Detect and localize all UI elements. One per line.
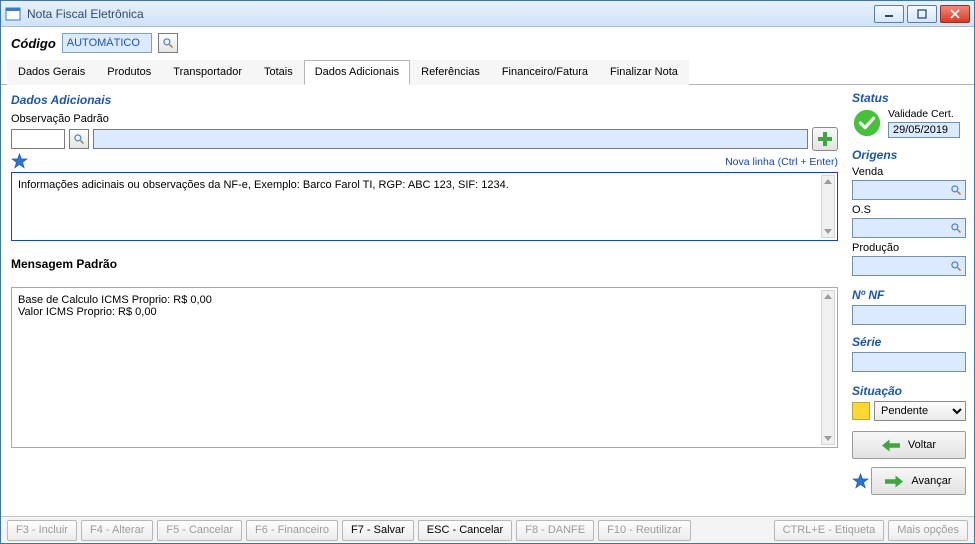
origens-label: Origens: [852, 148, 966, 162]
titlebar: Nota Fiscal Eletrônica: [1, 1, 974, 27]
venda-label: Venda: [852, 166, 966, 178]
f6-financeiro-button[interactable]: F6 - Financeiro: [246, 520, 338, 541]
observacao-padrao-text-input[interactable]: [93, 129, 808, 149]
producao-label: Produção: [852, 242, 966, 254]
section-title-dados-adicionais: Dados Adicionais: [11, 93, 838, 107]
mensagem-padrao-textarea[interactable]: Base de Calculo ICMS Proprio: R$ 0,00 Va…: [12, 288, 837, 444]
observacao-padrao-code-input[interactable]: [11, 129, 65, 149]
window-title: Nota Fiscal Eletrônica: [27, 7, 874, 21]
avancar-button[interactable]: Avançar: [871, 467, 966, 495]
codigo-lookup-button[interactable]: [158, 33, 178, 53]
tab-referencias[interactable]: Referências: [410, 60, 491, 85]
codigo-label: Código: [11, 36, 56, 51]
validade-cert-label: Validade Cert.: [888, 108, 960, 120]
nova-linha-hint: Nova linha (Ctrl + Enter): [28, 156, 838, 168]
producao-lookup-button[interactable]: [948, 258, 964, 274]
maximize-button[interactable]: [907, 5, 937, 23]
tab-finalizar-nota[interactable]: Finalizar Nota: [599, 60, 689, 85]
os-label: O.S: [852, 204, 966, 216]
f3-incluir-button[interactable]: F3 - Incluir: [7, 520, 77, 541]
sidebar: Status Validade Cert. 29/05/2019 Origens…: [848, 85, 974, 512]
mais-opcoes-button[interactable]: Mais opções: [888, 520, 968, 541]
avancar-button-label: Avançar: [911, 475, 951, 487]
observacao-padrao-label: Observação Padrão: [11, 113, 838, 125]
ctrl-e-etiqueta-button[interactable]: CTRL+E - Etiqueta: [774, 520, 885, 541]
nf-label: Nº NF: [852, 288, 966, 302]
voltar-button-label: Voltar: [908, 439, 936, 451]
add-observacao-button[interactable]: [812, 127, 838, 151]
observacao-padrao-lookup-button[interactable]: [69, 129, 89, 149]
tab-dados-gerais[interactable]: Dados Gerais: [7, 60, 96, 85]
f4-alterar-button[interactable]: F4 - Alterar: [81, 520, 153, 541]
minimize-button[interactable]: [874, 5, 904, 23]
observacoes-textarea[interactable]: Informações adicinais ou observações da …: [12, 173, 837, 237]
bottom-toolbar: F3 - Incluir F4 - Alterar F5 - Cancelar …: [1, 516, 974, 543]
f7-salvar-button[interactable]: F7 - Salvar: [342, 520, 414, 541]
os-lookup-button[interactable]: [948, 220, 964, 236]
status-label: Status: [852, 91, 966, 105]
serie-label: Série: [852, 335, 966, 349]
serie-input[interactable]: [852, 352, 966, 372]
scrollbar[interactable]: [821, 290, 835, 445]
voltar-button[interactable]: Voltar: [852, 431, 966, 459]
tab-transportador[interactable]: Transportador: [162, 60, 253, 85]
favorite-star-avancar[interactable]: [852, 473, 869, 490]
app-icon: [5, 6, 21, 22]
tab-financeiro-fatura[interactable]: Financeiro/Fatura: [491, 60, 599, 85]
observacoes-textarea-wrap: Informações adicinais ou observações da …: [11, 172, 838, 241]
validade-cert-date: 29/05/2019: [888, 122, 960, 138]
situacao-label: Situação: [852, 384, 966, 398]
tab-dados-adicionais[interactable]: Dados Adicionais: [304, 60, 410, 85]
favorite-star-obs[interactable]: [11, 153, 28, 170]
tabs: Dados Gerais Produtos Transportador Tota…: [1, 59, 974, 85]
codigo-input[interactable]: [62, 33, 152, 53]
esc-cancelar-button[interactable]: ESC - Cancelar: [418, 520, 512, 541]
tab-totais[interactable]: Totais: [253, 60, 304, 85]
window-controls: [874, 5, 970, 23]
venda-lookup-button[interactable]: [948, 182, 964, 198]
situacao-select[interactable]: Pendente: [874, 401, 966, 421]
tab-produtos[interactable]: Produtos: [96, 60, 162, 85]
f8-danfe-button[interactable]: F8 - DANFE: [516, 520, 594, 541]
mensagem-padrao-textarea-wrap: Base de Calculo ICMS Proprio: R$ 0,00 Va…: [11, 287, 838, 448]
content-panel: Dados Adicionais Observação Padrão Nova …: [1, 85, 848, 512]
scrollbar[interactable]: [821, 175, 835, 238]
close-button[interactable]: [940, 5, 970, 23]
status-ok-icon: [852, 108, 882, 138]
mensagem-padrao-label: Mensagem Padrão: [11, 257, 838, 271]
nf-input[interactable]: [852, 305, 966, 325]
f5-cancelar-button[interactable]: F5 - Cancelar: [157, 520, 242, 541]
codigo-row: Código: [1, 27, 974, 57]
f10-reutilizar-button[interactable]: F10 - Reutilizar: [598, 520, 691, 541]
situacao-color-swatch: [852, 402, 870, 420]
